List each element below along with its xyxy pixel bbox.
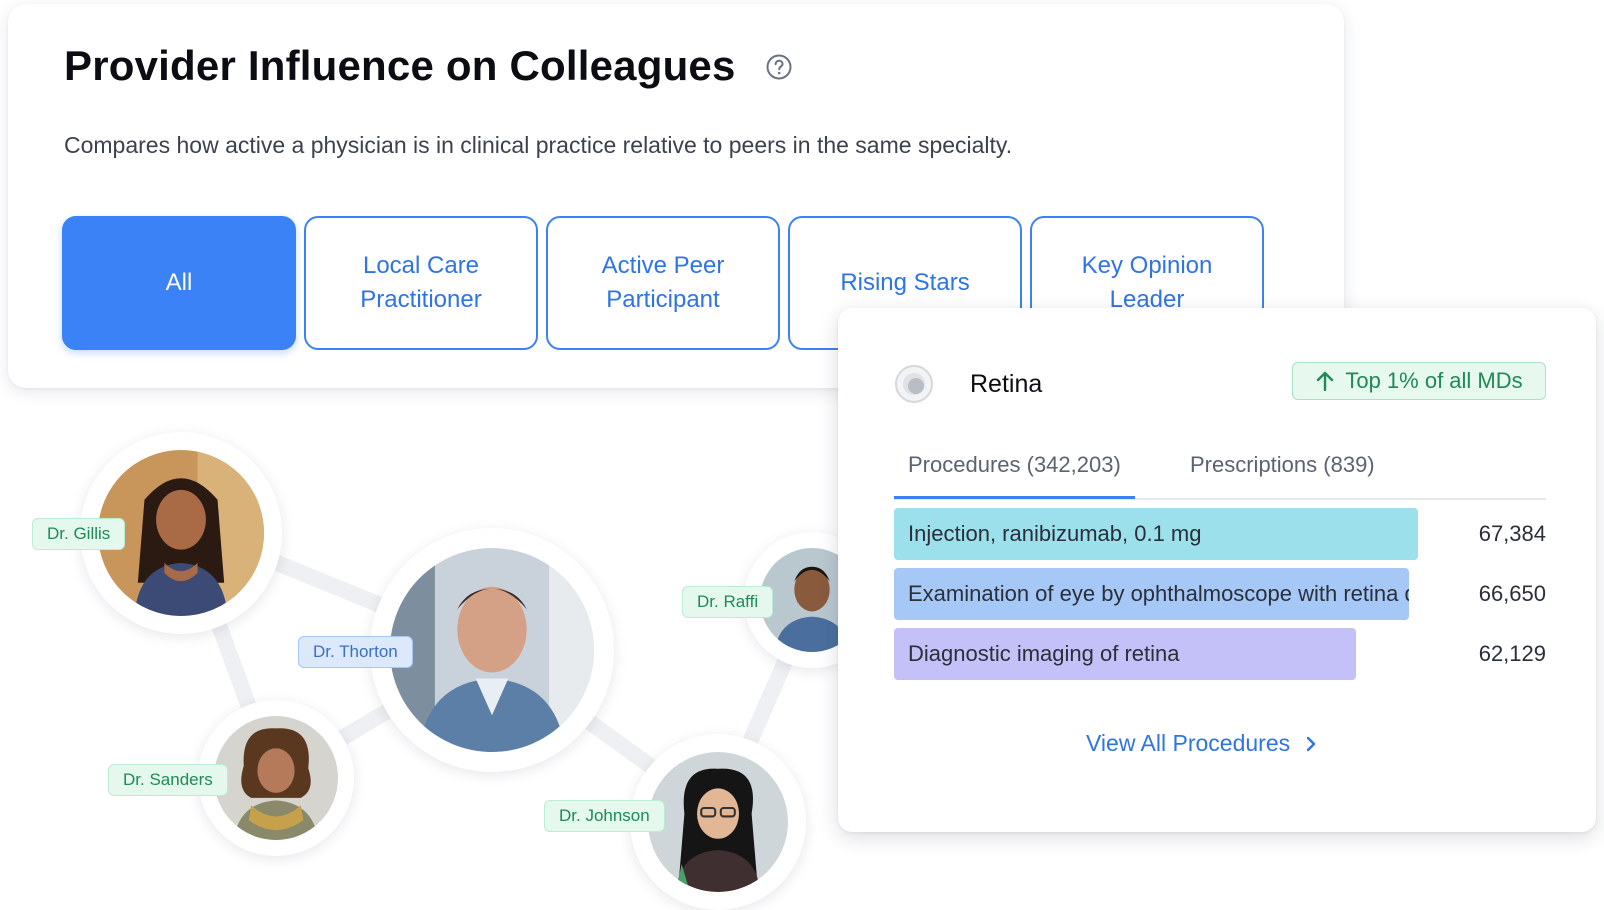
procedure-row[interactable]: Examination of eye by ophthalmoscope wit…	[894, 568, 1546, 620]
specialty-name: Retina	[970, 370, 1043, 398]
eye-icon	[895, 365, 933, 403]
view-all-label: View All Procedures	[1086, 730, 1291, 756]
chevron-right-icon	[1306, 736, 1316, 751]
procedure-count: 67,384	[1478, 521, 1546, 546]
procedure-row[interactable]: Injection, ranibizumab, 0.1 mg 67,384	[894, 508, 1546, 560]
name-tag-gillis[interactable]: Dr. Gillis	[32, 518, 126, 550]
specialty-detail-card: Retina Top 1% of all MDs Procedures (342…	[838, 308, 1596, 832]
procedure-row[interactable]: Diagnostic imaging of retina 62,129	[894, 628, 1546, 680]
name-tag-raffi[interactable]: Dr. Raffi	[682, 586, 774, 618]
name-tag-johnson[interactable]: Dr. Johnson	[544, 800, 665, 832]
procedure-bar: Injection, ranibizumab, 0.1 mg	[894, 508, 1418, 560]
name-tag-thorton[interactable]: Dr. Thorton	[298, 636, 413, 668]
procedure-count: 62,129	[1478, 641, 1546, 666]
avatar-sanders[interactable]	[214, 716, 338, 840]
procedure-count: 66,650	[1478, 581, 1546, 606]
tab-prescriptions[interactable]: Prescriptions (839)	[1190, 452, 1375, 478]
arrow-up-icon	[1317, 371, 1334, 392]
procedure-bar: Diagnostic imaging of retina	[894, 628, 1356, 680]
rank-badge-label: Top 1% of all MDs	[1345, 368, 1523, 393]
view-all-procedures-link[interactable]: View All Procedures	[1086, 730, 1316, 757]
tab-procedures[interactable]: Procedures (342,203)	[894, 452, 1135, 499]
name-tag-sanders[interactable]: Dr. Sanders	[108, 764, 228, 796]
avatar-thorton[interactable]	[390, 548, 594, 752]
procedure-bar: Examination of eye by ophthalmoscope wit…	[894, 568, 1409, 620]
rank-badge: Top 1% of all MDs	[1292, 362, 1546, 400]
detail-tabs: Procedures (342,203) Prescriptions (839)	[894, 440, 1546, 500]
avatar-johnson[interactable]	[648, 752, 788, 892]
